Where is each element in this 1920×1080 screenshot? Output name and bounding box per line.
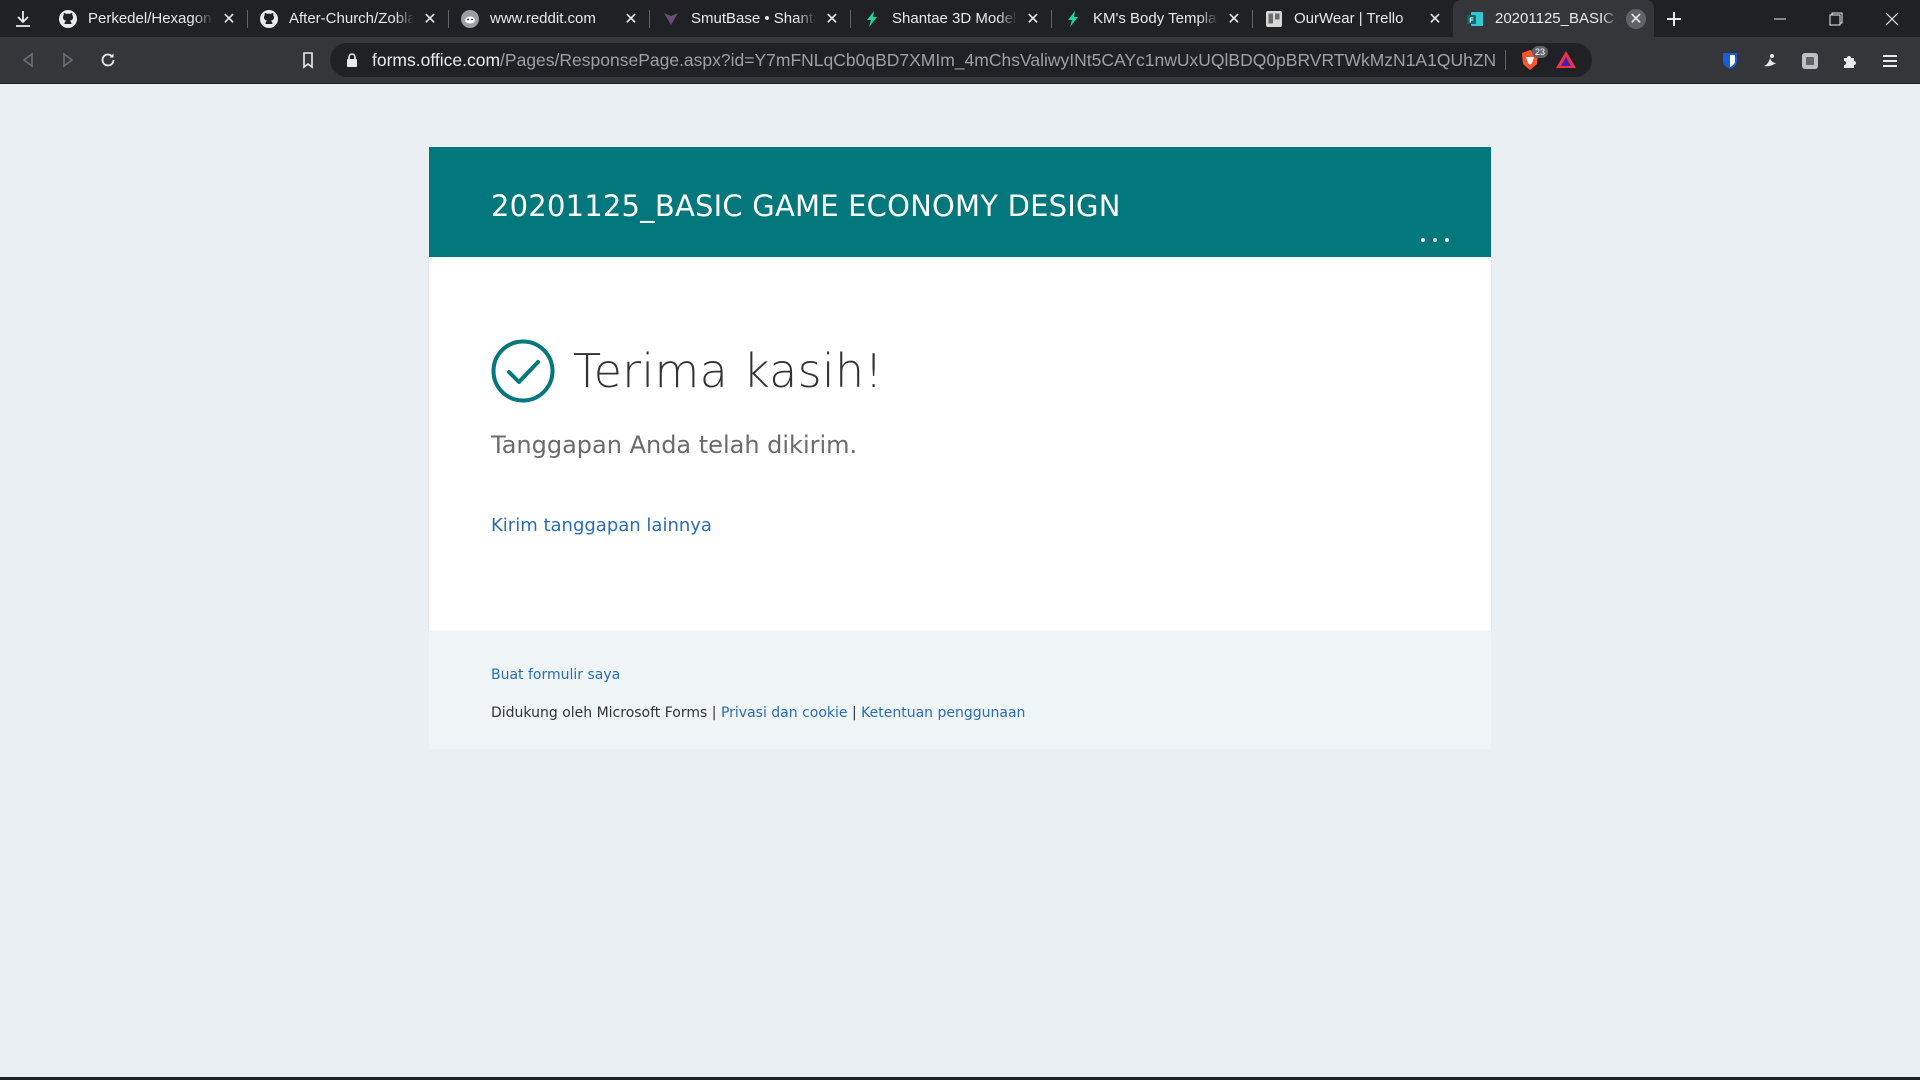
close-tab-icon[interactable]: ✕ [420, 9, 440, 29]
omnibox-divider [1505, 50, 1506, 70]
smutbase-icon [661, 9, 681, 29]
tab-km-body-template[interactable]: KM's Body Template ✕ [1051, 0, 1252, 37]
shield-count-badge: 23 [1531, 46, 1548, 58]
extension-box-icon[interactable] [1790, 41, 1830, 81]
powered-by-text: Didukung oleh Microsoft Forms [491, 705, 708, 721]
tab-reddit[interactable]: www.reddit.com ✕ [448, 0, 649, 37]
tab-title: SmutBase • Shantae [691, 10, 816, 27]
tab-title: Shantae 3D Model | Sketchfab [892, 10, 1017, 27]
page-content: 20201125_BASIC GAME ECONOMY DESIGN Terim… [0, 85, 1920, 1080]
window-controls [1752, 0, 1920, 37]
extensions-puzzle-icon[interactable] [1830, 41, 1870, 81]
footer-legal-line: Didukung oleh Microsoft Forms | Privasi … [491, 705, 1491, 721]
green-bolt-icon [862, 9, 882, 29]
forms-icon: F [1465, 9, 1485, 29]
tab-title: Perkedel/HexagonEngine [88, 10, 213, 27]
extension-bird-icon[interactable] [1750, 41, 1790, 81]
new-tab-icon[interactable] [1654, 0, 1694, 37]
tab-title: OurWear | Trello [1294, 10, 1404, 27]
tab-title: KM's Body Template [1093, 10, 1218, 27]
tab-strip: Perkedel/HexagonEngine ✕ After-Church/Zo… [0, 0, 1920, 37]
back-icon[interactable] [8, 40, 48, 80]
thanks-row: Terima kasih! [491, 339, 1491, 403]
form-response-body: Terima kasih! Tanggapan Anda telah dikir… [429, 257, 1491, 631]
restore-icon[interactable] [1808, 0, 1864, 37]
tab-smutbase[interactable]: SmutBase • Shantae ✕ [649, 0, 850, 37]
extensions-area [1710, 37, 1910, 84]
checkmark-circle-icon [491, 339, 555, 403]
bookmark-icon[interactable] [288, 40, 328, 80]
tab-hexagonengine[interactable]: Perkedel/HexagonEngine ✕ [46, 0, 247, 37]
minimize-icon[interactable] [1752, 0, 1808, 37]
url-text[interactable]: forms.office.com/Pages/ResponsePage.aspx… [372, 50, 1495, 71]
reddit-icon [460, 9, 480, 29]
address-bar[interactable]: forms.office.com/Pages/ResponsePage.aspx… [330, 43, 1592, 77]
close-tab-icon[interactable]: ✕ [1023, 9, 1043, 29]
green-bolt-icon [1063, 9, 1083, 29]
download-icon[interactable] [0, 0, 46, 37]
brave-shield-icon[interactable]: 23 [1518, 46, 1548, 72]
close-window-icon[interactable] [1864, 0, 1920, 37]
form-title: 20201125_BASIC GAME ECONOMY DESIGN [491, 189, 1121, 223]
svg-text:F: F [1469, 17, 1474, 24]
close-tab-icon[interactable]: ✕ [1425, 9, 1445, 29]
create-form-link[interactable]: Buat formulir saya [491, 667, 620, 683]
browser-toolbar: forms.office.com/Pages/ResponsePage.aspx… [0, 37, 1920, 84]
close-tab-icon[interactable]: ✕ [219, 9, 239, 29]
close-tab-icon[interactable]: ✕ [621, 9, 641, 29]
github-icon [259, 9, 279, 29]
form-footer: Buat formulir saya Didukung oleh Microso… [429, 631, 1491, 749]
form-header: 20201125_BASIC GAME ECONOMY DESIGN [429, 147, 1491, 257]
privacy-cookies-link[interactable]: Privasi dan cookie [721, 705, 848, 721]
lock-icon[interactable] [342, 52, 362, 68]
forward-icon[interactable] [48, 40, 88, 80]
tab-zoblarknet[interactable]: After-Church/Zoblarknet ✕ [247, 0, 448, 37]
tab-title: 20201125_BASIC GAME [1495, 10, 1620, 27]
close-tab-icon[interactable]: ✕ [1626, 8, 1646, 29]
tab-trello[interactable]: OurWear | Trello ✕ [1252, 0, 1453, 37]
tab-shantae-3d-model[interactable]: Shantae 3D Model | Sketchfab ✕ [850, 0, 1051, 37]
url-path: /Pages/ResponsePage.aspx?id=Y7mFNLqCb0qB… [500, 49, 1495, 70]
bitwarden-icon[interactable] [1710, 41, 1750, 81]
github-icon [58, 9, 78, 29]
trello-icon [1264, 9, 1284, 29]
tab-title: www.reddit.com [490, 10, 596, 27]
reload-icon[interactable] [88, 40, 128, 80]
footer-separator: | [711, 705, 717, 721]
tab-title: After-Church/Zoblarknet [289, 10, 414, 27]
more-options-icon[interactable] [1421, 231, 1449, 249]
thanks-heading: Terima kasih! [573, 344, 884, 398]
close-tab-icon[interactable]: ✕ [1224, 9, 1244, 29]
submit-another-response-link[interactable]: Kirim tanggapan lainnya [491, 515, 712, 536]
tab-forms-active[interactable]: F 20201125_BASIC GAME ✕ [1453, 0, 1654, 37]
brave-rewards-icon[interactable] [1554, 48, 1578, 72]
url-host: forms.office.com [372, 49, 501, 70]
terms-of-use-link[interactable]: Ketentuan penggunaan [861, 705, 1025, 721]
submitted-message: Tanggapan Anda telah dikirim. [491, 431, 858, 459]
form-card: 20201125_BASIC GAME ECONOMY DESIGN Terim… [429, 147, 1491, 749]
close-tab-icon[interactable]: ✕ [822, 9, 842, 29]
footer-separator: | [851, 705, 857, 721]
menu-icon[interactable] [1870, 41, 1910, 81]
